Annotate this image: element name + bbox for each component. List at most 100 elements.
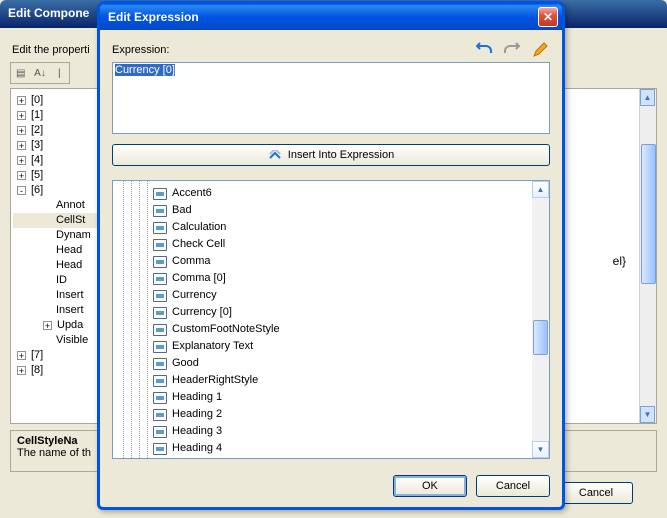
- style-item-icon: [153, 290, 167, 302]
- style-item-icon: [153, 375, 167, 387]
- tree-node-label: Insert: [56, 288, 84, 303]
- style-item-icon: [153, 205, 167, 217]
- style-item-icon: [153, 239, 167, 251]
- style-item-icon: [153, 222, 167, 234]
- expand-toggle-icon[interactable]: +: [17, 96, 26, 105]
- scroll-thumb[interactable]: [641, 144, 656, 284]
- insert-into-expression-button[interactable]: Insert Into Expression: [112, 144, 550, 166]
- expression-items-list[interactable]: Accent6BadCalculationCheck CellCommaComm…: [112, 180, 550, 459]
- list-item[interactable]: Bad: [153, 202, 529, 219]
- style-item-icon: [153, 188, 167, 200]
- list-item-label: Heading 4: [172, 440, 222, 457]
- list-item[interactable]: Comma [0]: [153, 270, 529, 287]
- edit-expression-dialog: Edit Expression ✕ Expression: Currency […: [97, 1, 565, 510]
- list-scrollbar[interactable]: ▲ ▼: [532, 181, 549, 458]
- tree-node-label: Head: [56, 243, 82, 258]
- list-item-label: Comma: [172, 253, 211, 270]
- expand-toggle-icon[interactable]: +: [17, 171, 26, 180]
- tree-node-label: Upda: [57, 318, 83, 333]
- list-item-label: Comma [0]: [172, 270, 226, 287]
- list-item[interactable]: Heading 3: [153, 423, 529, 440]
- bg-scrollbar[interactable]: ▲ ▼: [639, 89, 656, 423]
- expand-toggle-icon[interactable]: +: [17, 156, 26, 165]
- expand-toggle-icon[interactable]: +: [17, 351, 26, 360]
- list-item[interactable]: Heading 1: [153, 389, 529, 406]
- tree-node-label: [7]: [31, 348, 43, 363]
- expand-toggle-icon[interactable]: -: [17, 186, 26, 195]
- list-item[interactable]: CustomFootNoteStyle: [153, 321, 529, 338]
- list-item-label: CustomFootNoteStyle: [172, 321, 280, 338]
- scroll-down-icon[interactable]: ▼: [532, 441, 549, 458]
- style-item-icon: [153, 256, 167, 268]
- undo-icon: [476, 42, 492, 58]
- list-item-label: Accent6: [172, 185, 212, 202]
- list-item[interactable]: Currency: [153, 287, 529, 304]
- expand-toggle-icon[interactable]: +: [17, 111, 26, 120]
- list-item[interactable]: Heading 2: [153, 406, 529, 423]
- list-item-label: Heading 3: [172, 423, 222, 440]
- list-item-label: Bad: [172, 202, 192, 219]
- tree-node-label: [5]: [31, 168, 43, 183]
- insert-button-label: Insert Into Expression: [288, 149, 394, 161]
- list-item-label: HeaderRightStyle: [172, 372, 258, 389]
- close-button[interactable]: ✕: [538, 7, 558, 27]
- categorize-icon[interactable]: ▤: [12, 64, 29, 82]
- dlg-titlebar[interactable]: Edit Expression ✕: [100, 4, 562, 30]
- list-item-label: Heading 1: [172, 389, 222, 406]
- list-item[interactable]: Heading 4: [153, 440, 529, 457]
- list-item[interactable]: Accent6: [153, 185, 529, 202]
- tree-node-label: [2]: [31, 123, 43, 138]
- list-item[interactable]: HeaderRightStyle: [153, 372, 529, 389]
- tree-node-label: [8]: [31, 363, 43, 378]
- style-item-icon: [153, 358, 167, 370]
- tree-node-label: Annot: [56, 198, 85, 213]
- ok-button[interactable]: OK: [393, 475, 467, 497]
- expand-toggle-icon[interactable]: +: [17, 366, 26, 375]
- edit-pencil-button[interactable]: [530, 40, 550, 60]
- list-item[interactable]: Check Cell: [153, 236, 529, 253]
- pencil-icon: [532, 42, 548, 58]
- scroll-down-icon[interactable]: ▼: [640, 406, 655, 423]
- bg-cancel-button[interactable]: Cancel: [559, 482, 633, 504]
- list-item-label: Calculation: [172, 219, 226, 236]
- list-item-label: Explanatory Text: [172, 338, 253, 355]
- list-item-label: Currency: [172, 287, 217, 304]
- list-item-label: Check Cell: [172, 236, 225, 253]
- property-desc-text: The name of th: [17, 447, 91, 459]
- scroll-track[interactable]: [532, 198, 549, 441]
- expand-toggle-icon[interactable]: +: [43, 321, 52, 330]
- expand-toggle-icon[interactable]: +: [17, 141, 26, 150]
- list-item[interactable]: Comma: [153, 253, 529, 270]
- cancel-button[interactable]: Cancel: [476, 475, 550, 497]
- scroll-up-icon[interactable]: ▲: [640, 89, 655, 106]
- divider-icon: |: [51, 64, 68, 82]
- style-item-icon: [153, 409, 167, 421]
- list-item[interactable]: Good: [153, 355, 529, 372]
- style-item-icon: [153, 324, 167, 336]
- list-item-label: Good: [172, 355, 199, 372]
- expression-input[interactable]: Currency [0]: [112, 62, 550, 134]
- truncated-value-text: el}: [613, 254, 626, 268]
- redo-icon: [504, 42, 520, 58]
- list-item-label: Currency [0]: [172, 304, 232, 321]
- expression-label: Expression:: [112, 44, 474, 56]
- redo-button[interactable]: [502, 40, 522, 60]
- dlg-title: Edit Expression: [108, 10, 538, 24]
- scroll-up-icon[interactable]: ▲: [532, 181, 549, 198]
- tree-guides: [117, 181, 153, 458]
- expand-toggle-icon[interactable]: +: [17, 126, 26, 135]
- list-item[interactable]: Currency [0]: [153, 304, 529, 321]
- tree-node-label: Head: [56, 258, 82, 273]
- list-item[interactable]: Calculation: [153, 219, 529, 236]
- undo-button[interactable]: [474, 40, 494, 60]
- style-item-icon: [153, 341, 167, 353]
- style-item-icon: [153, 443, 167, 455]
- sort-az-icon[interactable]: A↓: [31, 64, 48, 82]
- list-item[interactable]: Explanatory Text: [153, 338, 529, 355]
- style-item-icon: [153, 392, 167, 404]
- style-item-icon: [153, 273, 167, 285]
- tree-node-label: ID: [56, 273, 67, 288]
- property-desc-title: CellStyleNa: [17, 435, 78, 447]
- bg-window-title: Edit Compone: [8, 6, 89, 20]
- scroll-thumb[interactable]: [533, 320, 548, 355]
